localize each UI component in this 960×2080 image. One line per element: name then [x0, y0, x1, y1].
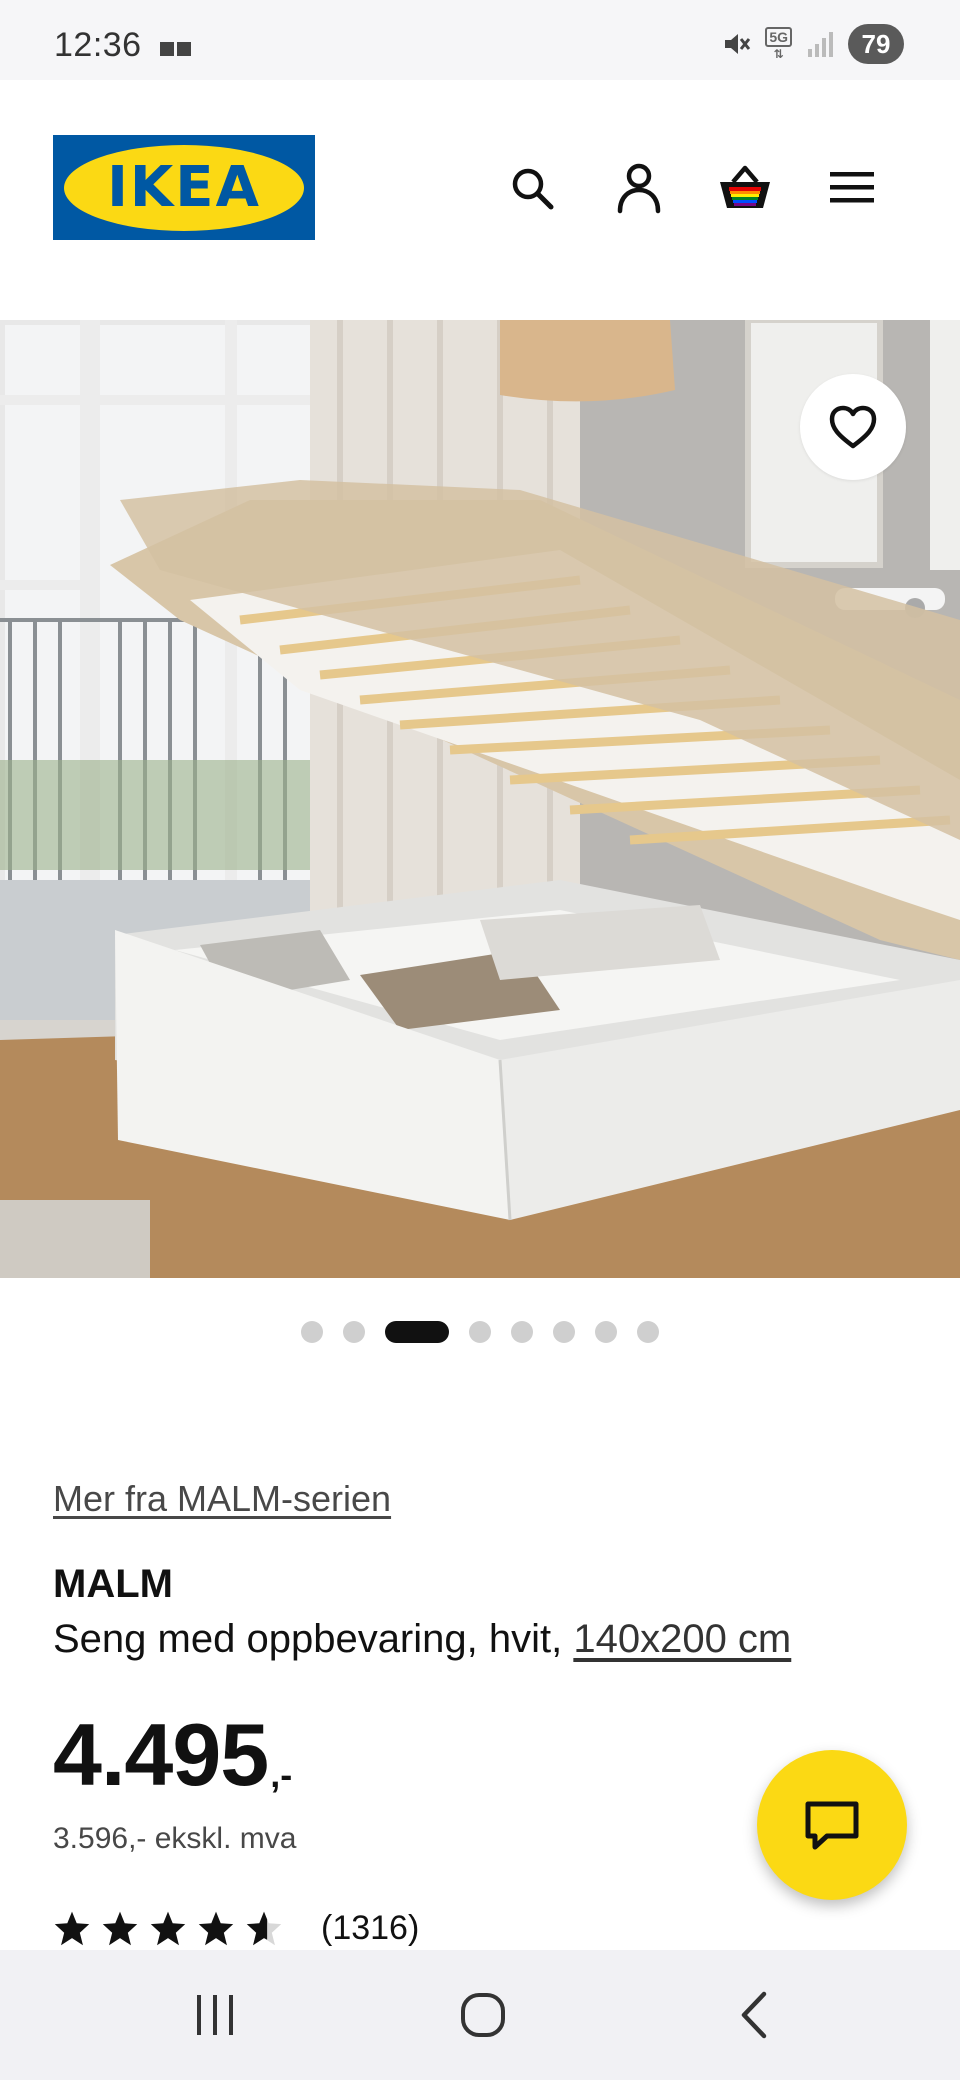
chat-icon — [805, 1801, 859, 1850]
star-icon — [54, 1911, 90, 1946]
star-icon — [198, 1911, 234, 1946]
star-icon — [150, 1911, 186, 1946]
carousel-dot[interactable] — [511, 1321, 533, 1343]
back-icon — [741, 1991, 767, 2039]
carousel-dot[interactable] — [469, 1321, 491, 1343]
rating-count: (1316) — [321, 1908, 420, 1947]
star-icon — [102, 1911, 138, 1946]
ikea-logo[interactable]: IKEA — [53, 135, 315, 240]
system-nav-bar — [0, 1950, 960, 2080]
back-button[interactable] — [713, 1985, 793, 2045]
menu-icon — [830, 172, 874, 203]
status-bar: 12:36 5G ⇅ 79 — [0, 0, 960, 80]
carousel-dot-active[interactable] — [385, 1321, 449, 1343]
favorite-button[interactable] — [800, 374, 906, 480]
mute-icon — [725, 34, 751, 54]
rating-stars — [53, 1910, 283, 1946]
carousel-dot[interactable] — [343, 1321, 365, 1343]
product-price: 4.495 ,- — [53, 1705, 292, 1805]
account-icon — [617, 163, 661, 214]
logo-text: IKEA — [107, 155, 261, 220]
size-link[interactable]: 140x200 cm — [573, 1617, 791, 1661]
menu-button[interactable] — [824, 160, 880, 216]
product-rating[interactable]: (1316) — [53, 1906, 419, 1950]
chat-button[interactable] — [757, 1750, 907, 1900]
carousel-dot[interactable] — [553, 1321, 575, 1343]
logo-oval: IKEA — [64, 144, 304, 231]
heart-icon — [829, 405, 877, 449]
price-value: 4.495 — [53, 1705, 269, 1804]
price-suffix: ,- — [270, 1754, 293, 1795]
recent-apps-button[interactable] — [175, 1985, 255, 2045]
search-icon — [512, 168, 554, 210]
carousel-dot[interactable] — [637, 1321, 659, 1343]
product-image[interactable] — [0, 320, 960, 1278]
star-half-icon — [246, 1911, 282, 1946]
series-link[interactable]: Mer fra MALM-serien — [53, 1478, 391, 1520]
site-header: IKEA — [0, 80, 960, 320]
battery-indicator: 79 — [848, 24, 904, 64]
recent-apps-icon — [197, 1995, 233, 2035]
status-time: 12:36 — [54, 26, 142, 64]
network-5g-icon: 5G ⇅ — [765, 27, 792, 61]
search-button[interactable] — [504, 160, 560, 216]
status-icons: 5G ⇅ 79 — [721, 24, 904, 64]
product-name: MALM — [53, 1562, 173, 1606]
notification-icon — [160, 42, 191, 56]
shopping-bag-button[interactable] — [717, 160, 773, 216]
home-icon — [461, 1993, 505, 2037]
carousel-indicator — [0, 1318, 960, 1346]
home-button[interactable] — [443, 1985, 523, 2045]
signal-icon — [808, 32, 833, 57]
shopping-bag-icon — [720, 165, 770, 208]
product-description-text: Seng med oppbevaring, hvit, — [53, 1617, 563, 1661]
carousel-dot[interactable] — [301, 1321, 323, 1343]
carousel-dot[interactable] — [595, 1321, 617, 1343]
price-excl-vat: 3.596,- ekskl. mva — [53, 1822, 297, 1855]
account-button[interactable] — [611, 160, 667, 216]
product-description: Seng med oppbevaring, hvit, 140x200 cm — [53, 1617, 791, 1662]
